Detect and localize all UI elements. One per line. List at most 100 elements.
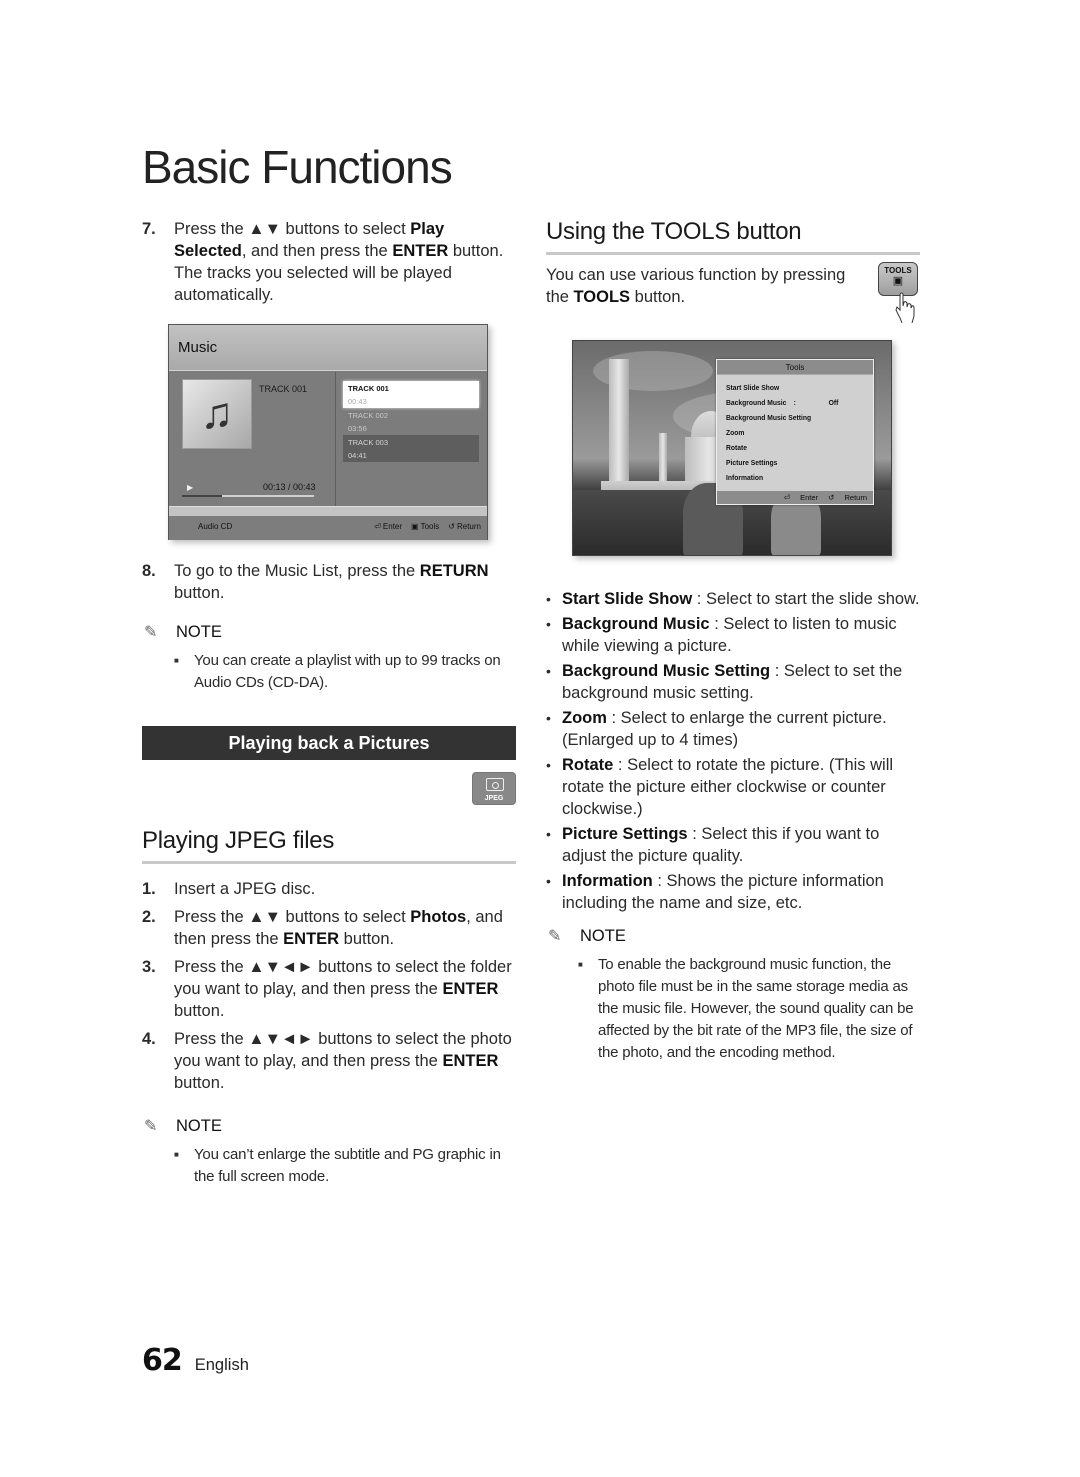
track-duration: 04:41 xyxy=(348,451,367,460)
note-heading: ✎ NOTE xyxy=(142,622,516,642)
tools-menu-item[interactable]: Information xyxy=(726,470,858,485)
step-text: Press the ▲▼◄► buttons to select the fol… xyxy=(174,956,516,1022)
now-playing-track: TRACK 001 xyxy=(259,384,308,394)
left-column: 7. Press the ▲▼ buttons to select Play S… xyxy=(142,218,516,1188)
bullet-icon: • xyxy=(546,710,551,726)
separator: : xyxy=(793,398,796,407)
bold-term: Zoom xyxy=(562,709,607,727)
divider xyxy=(335,372,336,506)
track-duration: 03:56 xyxy=(348,424,367,433)
bold-term: ENTER xyxy=(283,930,340,948)
pencil-icon: ✎ xyxy=(144,1118,158,1135)
tools-remote-key: TOOLS ▣ xyxy=(878,262,918,296)
tools-menu-item-label: Start Slide Show xyxy=(726,383,780,392)
bold-term: Background Music Setting xyxy=(562,662,771,680)
source-label: Audio CD xyxy=(198,522,233,531)
tools-menu-item-label: Information xyxy=(726,473,764,482)
bullet-text: Information : Shows the picture informat… xyxy=(562,870,920,914)
track-list-item[interactable]: TRACK 001 00:43 xyxy=(343,381,479,408)
return-hint: ↺ Return xyxy=(828,493,867,502)
note-text: You can’t enlarge the subtitle and PG gr… xyxy=(194,1146,501,1185)
jpeg-badge: JPEG xyxy=(472,772,516,805)
pencil-icon: ✎ xyxy=(548,928,562,945)
right-column: Using the TOOLS button You can use vario… xyxy=(546,218,920,1064)
step-text: Insert a JPEG disc. xyxy=(174,878,516,900)
enter-hint: ⏎ Enter xyxy=(783,493,819,502)
text: : Select to start the slide show. xyxy=(692,590,920,608)
music-header: Music xyxy=(169,325,487,371)
step-1: 1. Insert a JPEG disc. xyxy=(142,878,516,900)
enter-hint: ⏎ Enter xyxy=(374,522,402,531)
text: button. xyxy=(339,930,395,948)
return-hint: ↺ Return xyxy=(448,522,481,531)
tools-menu-item[interactable]: Rotate xyxy=(726,440,858,455)
step-number: 4. xyxy=(142,1030,156,1048)
return-label: Return xyxy=(844,493,867,502)
tools-menu-item-label: Zoom xyxy=(726,428,745,437)
step-text: Press the ▲▼ buttons to select Play Sele… xyxy=(174,218,516,306)
text: To go to the Music List, press the xyxy=(174,562,420,580)
bold-term: Information xyxy=(562,872,653,890)
section-title: Using the TOOLS button xyxy=(546,218,802,245)
step-number: 7. xyxy=(142,220,156,238)
tools-menu-item[interactable]: Background Music Setting xyxy=(726,410,858,425)
intro: You can use various function by pressing… xyxy=(546,262,920,340)
tools-icon: ▣ xyxy=(892,275,904,287)
bullet-text: Zoom : Select to enlarge the current pic… xyxy=(562,707,920,751)
bold-term: ENTER xyxy=(392,242,449,260)
text: button. xyxy=(174,1002,225,1020)
tools-menu: Tools Start Slide Show Background Music: O… xyxy=(716,359,874,505)
tools-menu-item[interactable]: Background Music: Off xyxy=(726,395,858,410)
button-hints: ⏎ Enter ▣ Tools ↺ Return xyxy=(374,522,481,531)
tools-key-label: TOOLS xyxy=(884,266,912,275)
intro-text: You can use various function by pressing… xyxy=(546,264,856,308)
bold-term: ENTER xyxy=(442,1052,499,1070)
square-bullet-icon: ■ xyxy=(578,960,583,969)
bold-term: RETURN xyxy=(419,562,489,580)
page-number: 62 xyxy=(142,1343,183,1378)
track-name: TRACK 001 xyxy=(348,384,389,393)
tools-menu-item[interactable]: Zoom xyxy=(726,425,858,440)
bullet-icon: • xyxy=(546,591,551,607)
step-text: Press the ▲▼◄► buttons to select the pho… xyxy=(174,1028,516,1094)
subsection-title: Playing JPEG files xyxy=(142,827,335,854)
note-label: NOTE xyxy=(580,926,626,945)
tools-menu-item[interactable]: Start Slide Show xyxy=(726,380,858,395)
note-item: ■ To enable the background music functio… xyxy=(578,954,920,1064)
title-rule xyxy=(546,252,920,255)
tools-label: Tools xyxy=(420,522,440,531)
music-title: Music xyxy=(178,339,218,356)
bullet-item: • Information : Shows the picture informa… xyxy=(546,870,920,914)
step-7: 7. Press the ▲▼ buttons to select Play S… xyxy=(142,218,516,306)
tools-menu-item-label: Background Music xyxy=(726,398,787,407)
bold-term: TOOLS xyxy=(573,288,631,306)
tools-menu-item-label: Background Music Setting xyxy=(726,413,812,422)
hand-pointer-icon xyxy=(895,292,915,324)
bullet-icon: • xyxy=(546,757,551,773)
text: Insert a JPEG disc. xyxy=(174,880,316,898)
track-name: TRACK 003 xyxy=(348,438,389,447)
bullet-icon: • xyxy=(546,616,551,632)
note-text: You can create a playlist with up to 99 … xyxy=(194,652,501,691)
bullet-text: Background Music : Select to listen to m… xyxy=(562,613,920,657)
jpeg-steps-list: 1. Insert a JPEG disc. 2. Press the ▲▼ butt… xyxy=(142,878,516,1094)
text: button. xyxy=(174,1074,225,1092)
note-label: NOTE xyxy=(176,1116,222,1135)
step-text: Press the ▲▼ buttons to select Photos, a… xyxy=(174,906,516,950)
bold-term: Rotate xyxy=(562,756,614,774)
tools-menu-item[interactable]: Picture Settings xyxy=(726,455,858,470)
play-icon: ▶ xyxy=(187,483,194,492)
minaret xyxy=(659,433,667,483)
note-label: NOTE xyxy=(176,622,222,641)
track-list-item[interactable]: TRACK 002 03:56 xyxy=(343,408,479,435)
bullet-icon: • xyxy=(546,873,551,889)
note-text: To enable the background music function,… xyxy=(598,956,914,1061)
camera-icon xyxy=(486,778,504,791)
step-text: To go to the Music List, press the RETUR… xyxy=(174,560,516,604)
bullet-text: Start Slide Show : Select to start the s… xyxy=(562,588,920,610)
music-footer: Audio CD ⏎ Enter ▣ Tools ↺ Return xyxy=(169,516,487,540)
track-list-item[interactable]: TRACK 003 04:41 xyxy=(343,435,479,462)
bullet-text: Background Music Setting : Select to set… xyxy=(562,660,920,704)
pencil-icon: ✎ xyxy=(144,624,158,641)
bullet-item: • Rotate : Select to rotate the picture. … xyxy=(546,754,920,820)
